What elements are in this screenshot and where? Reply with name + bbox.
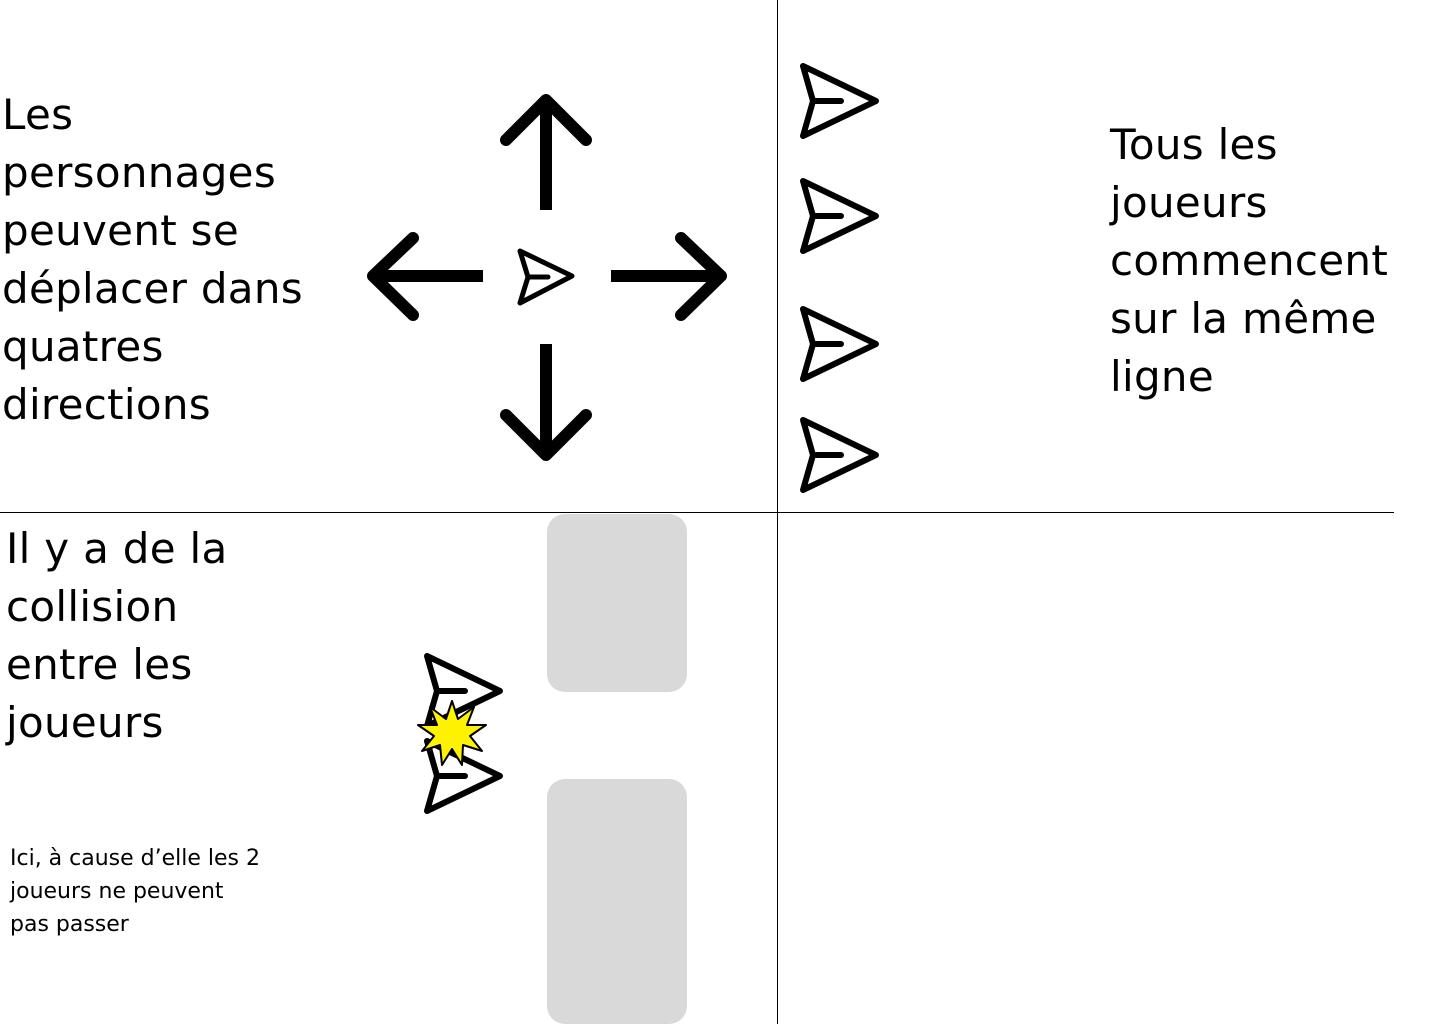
- player-arrow-icon: [803, 66, 876, 136]
- arrow-right-icon: [611, 232, 727, 321]
- start-line-players: [803, 66, 876, 490]
- movement-diagram: [367, 94, 727, 461]
- collision-diagram: [417, 514, 687, 1024]
- arrow-left-icon: [367, 232, 483, 321]
- player-arrow-icon: [803, 181, 876, 251]
- player-arrow-icon: [803, 309, 876, 379]
- wall-block-top: [547, 514, 687, 692]
- diagram-canvas: [367, 0, 1440, 1024]
- arrow-up-icon: [500, 94, 592, 210]
- player-arrow-icon: [517, 248, 575, 306]
- wall-block-bottom: [547, 779, 687, 1024]
- arrow-down-icon: [500, 344, 592, 461]
- player-arrow-icon: [803, 420, 876, 490]
